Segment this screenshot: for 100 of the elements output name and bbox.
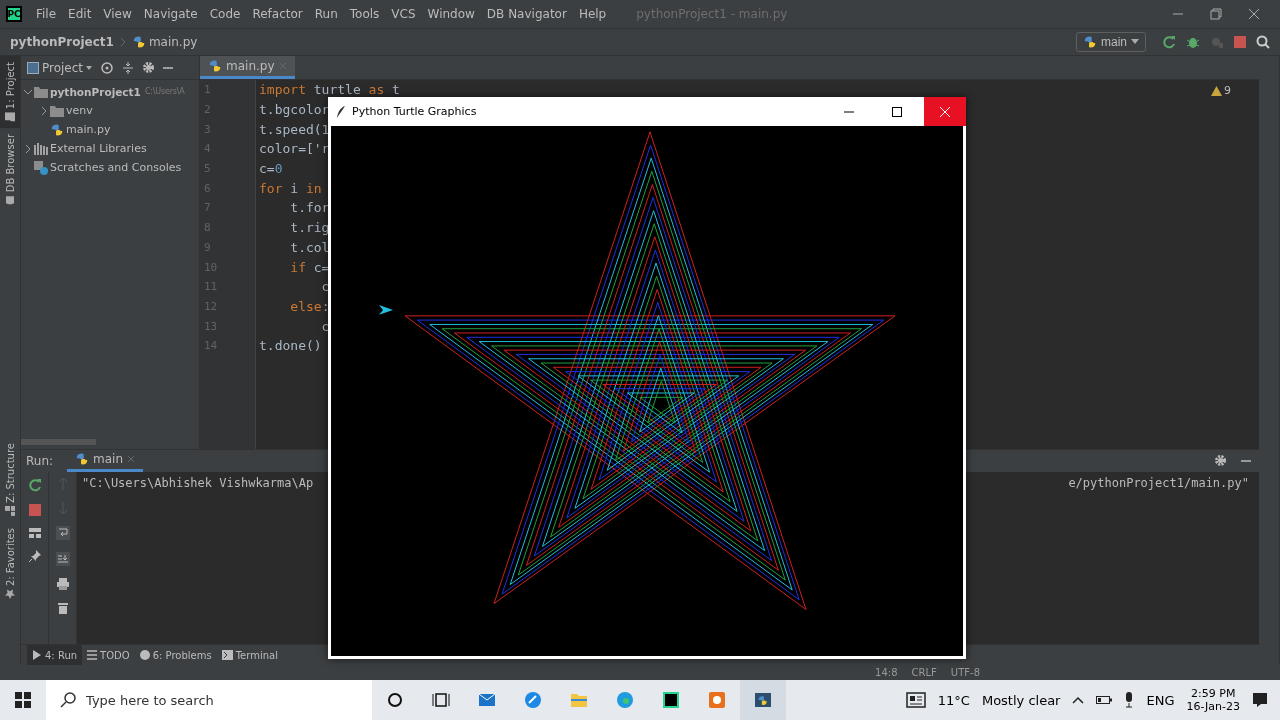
tree-item[interactable]: Scratches and Consoles xyxy=(21,158,199,177)
library-icon xyxy=(34,142,48,155)
status-item[interactable]: UTF-8 xyxy=(950,667,980,678)
breadcrumb[interactable]: main.py xyxy=(131,35,198,49)
rerun-icon[interactable] xyxy=(27,478,42,492)
code-line: color=['r xyxy=(259,140,330,159)
status-item[interactable]: 14:8 xyxy=(875,667,898,678)
cortana-icon xyxy=(386,691,404,709)
tool-window-tab[interactable]: 2: Favorites xyxy=(0,521,20,605)
code-line: c=0 xyxy=(259,160,283,179)
mail-icon xyxy=(478,691,496,709)
locate-icon[interactable] xyxy=(100,60,115,75)
code-line: t.done() xyxy=(259,337,322,356)
python-app-icon xyxy=(754,691,772,709)
menu-item[interactable]: Help xyxy=(572,7,613,21)
windows-logo-icon xyxy=(15,692,31,708)
menu-item[interactable]: Edit xyxy=(62,7,98,21)
menu-item[interactable]: Code xyxy=(203,7,247,21)
weather-condition[interactable]: Mostly clear xyxy=(981,692,1061,708)
settings-icon[interactable] xyxy=(142,61,156,74)
scratch-icon xyxy=(34,160,48,175)
tool-window-tab[interactable]: DB Browser xyxy=(0,128,20,212)
chevron-up-icon[interactable] xyxy=(1072,696,1085,704)
menu-item[interactable]: Tools xyxy=(343,7,386,21)
news-icon[interactable] xyxy=(905,692,926,708)
language-indicator[interactable]: ENG xyxy=(1146,692,1175,708)
code-line: t.col xyxy=(289,238,330,257)
bug-icon[interactable] xyxy=(1186,35,1200,49)
menu-item[interactable]: VCS xyxy=(385,7,422,21)
tool-window-tab[interactable]: 4: Run xyxy=(27,645,83,665)
ide-app-icon xyxy=(662,691,680,709)
tool-window-tab[interactable]: 1: Project xyxy=(0,56,20,129)
code-line: c xyxy=(320,317,330,336)
warning-count[interactable]: 9 xyxy=(1211,84,1231,97)
code-line: t.rig xyxy=(289,219,330,238)
microphone-icon[interactable] xyxy=(1124,692,1135,708)
close-icon[interactable] xyxy=(1248,8,1260,20)
scroll-to-end-icon[interactable] xyxy=(55,552,70,566)
panel-icon xyxy=(27,61,39,74)
code-line: t.for xyxy=(289,199,330,218)
editor-tab[interactable]: main.py xyxy=(200,56,295,79)
pin-icon[interactable] xyxy=(28,550,41,562)
star-icon xyxy=(5,589,15,599)
folder-icon xyxy=(34,85,48,98)
tool-window-tab[interactable]: Z: Structure xyxy=(0,437,20,522)
code-line: t.bgcolor xyxy=(259,101,330,120)
weather-temperature[interactable]: 11°C xyxy=(937,692,970,708)
menu-item[interactable]: DB Navigator xyxy=(480,7,573,21)
breadcrumb[interactable]: pythonProject1 xyxy=(10,35,114,49)
python-app-button[interactable] xyxy=(740,680,786,720)
menu-item[interactable]: View xyxy=(97,7,138,21)
python-file-icon xyxy=(208,59,222,73)
app-icon xyxy=(524,691,542,709)
tree-item[interactable]: External Libraries xyxy=(21,139,199,158)
clock-date[interactable]: 16-Jan-23 xyxy=(1186,700,1240,713)
code-line: else: xyxy=(289,297,330,316)
search-icon[interactable] xyxy=(1256,35,1270,49)
trash-icon[interactable] xyxy=(57,602,68,614)
menu-item[interactable]: Run xyxy=(308,7,344,21)
python-file-icon xyxy=(50,122,64,137)
tree-item[interactable]: main.py xyxy=(21,120,199,139)
menu-item[interactable]: Navigate xyxy=(137,7,204,21)
tool-window-tab[interactable]: Terminal xyxy=(216,645,283,665)
settings-icon[interactable] xyxy=(1214,454,1227,468)
menu-item[interactable]: File xyxy=(30,7,63,21)
menu-item[interactable]: Window xyxy=(421,7,481,21)
maximize-icon xyxy=(892,106,902,117)
code-line: t.speed(1 xyxy=(259,120,330,139)
tree-item[interactable]: venv xyxy=(21,101,199,120)
window-title: Python Turtle Graphics xyxy=(352,105,477,118)
scrollbar[interactable] xyxy=(21,439,96,445)
feather-icon xyxy=(336,105,346,118)
menu-item[interactable]: Refactor xyxy=(246,7,309,21)
panel-label: Run: xyxy=(26,454,54,468)
structure-icon xyxy=(5,505,15,516)
status-item[interactable]: CRLF xyxy=(911,667,937,678)
python-icon xyxy=(1083,35,1097,49)
battery-icon[interactable] xyxy=(1096,695,1113,705)
tool-window-tab[interactable]: TODO xyxy=(82,645,135,665)
project-view-dropdown[interactable]: Project xyxy=(27,60,93,75)
run-config-dropdown[interactable]: main xyxy=(1076,32,1146,52)
chevron-icon xyxy=(119,37,126,47)
restore-icon[interactable] xyxy=(1210,8,1222,20)
code-line: for i in xyxy=(259,179,322,198)
error-icon xyxy=(139,650,150,660)
print-icon[interactable] xyxy=(56,578,69,590)
database-icon xyxy=(5,195,15,206)
notification-icon[interactable] xyxy=(1252,692,1268,708)
recorder-app-icon xyxy=(708,691,726,709)
search-field[interactable]: Type here to search xyxy=(46,680,372,720)
collapse-icon[interactable] xyxy=(122,60,135,75)
search-icon xyxy=(60,692,76,708)
stop-icon[interactable] xyxy=(28,504,41,516)
rerun-icon[interactable] xyxy=(1162,35,1176,49)
soft-wrap-icon[interactable] xyxy=(55,526,70,540)
turtle-cursor-icon xyxy=(379,304,393,315)
clock-time[interactable]: 2:59 PM xyxy=(1191,687,1236,700)
tool-window-tab[interactable]: 6: Problems xyxy=(134,645,217,665)
terminal-icon xyxy=(221,650,233,660)
layout-icon[interactable] xyxy=(28,528,41,538)
